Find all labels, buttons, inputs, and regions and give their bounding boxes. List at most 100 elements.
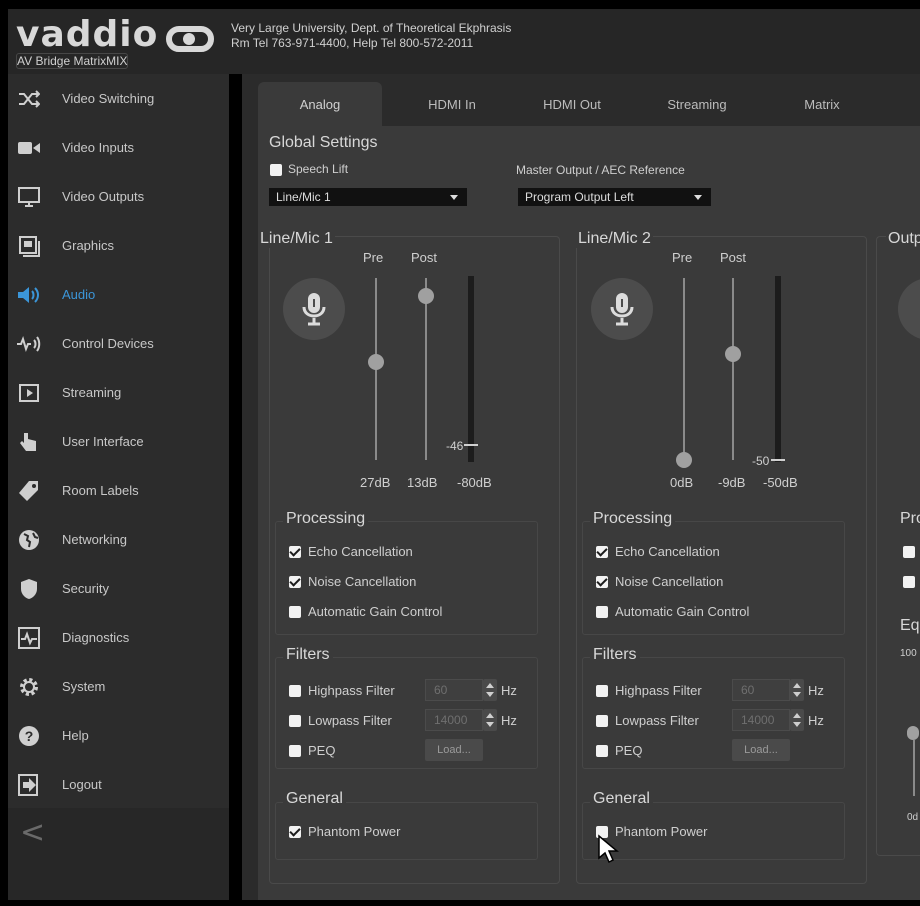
sidebar-item-label: Security — [62, 581, 109, 596]
camera-icon — [16, 135, 42, 161]
output-db-partial: 0d — [907, 812, 919, 823]
channel-title: Line/Mic 1 — [258, 230, 335, 248]
eq-slider-handle-partial[interactable] — [907, 726, 919, 740]
agc-checkbox[interactable] — [289, 606, 301, 618]
tag-icon — [16, 478, 42, 504]
pre-gain-slider-handle[interactable] — [676, 452, 692, 468]
highpass-label: Highpass Filter — [308, 683, 395, 698]
agc-label: Automatic Gain Control — [615, 604, 750, 619]
tab-analog[interactable]: Analog — [258, 82, 382, 126]
lowpass-frequency-input[interactable]: 14000 — [732, 709, 790, 731]
lowpass-checkbox[interactable] — [289, 715, 301, 727]
sidebar-collapse-button[interactable]: < — [20, 815, 45, 850]
video-switching-icon — [16, 86, 42, 112]
sidebar-item-label: Graphics — [62, 238, 115, 253]
lowpass-frequency-input[interactable]: 14000 — [425, 709, 483, 731]
general-title: General — [283, 790, 346, 808]
post-gain-value: -9dB — [718, 475, 746, 490]
pre-gain-slider-track[interactable] — [683, 278, 685, 460]
post-gain-slider-handle[interactable] — [725, 346, 741, 362]
sidebar-item-video-outputs[interactable]: Video Outputs — [8, 172, 229, 221]
sidebar-item-label: Logout — [62, 777, 102, 792]
echo-cancellation-label: Echo Cancellation — [308, 544, 413, 559]
channel-title: Line/Mic 2 — [576, 230, 653, 248]
highpass-frequency-input[interactable]: 60 — [732, 679, 790, 701]
highpass-stepper[interactable] — [483, 679, 497, 701]
sidebar-item-video-inputs[interactable]: Video Inputs — [8, 123, 229, 172]
sidebar-item-control-devices[interactable]: Control Devices — [8, 319, 229, 368]
sidebar-item-logout[interactable]: Logout — [8, 760, 229, 809]
master-output-select[interactable]: Program Output Left — [518, 188, 711, 206]
sidebar-item-label: Video Inputs — [62, 140, 135, 155]
analog-settings-panel: Global Settings Speech Lift Line/Mic 1 M… — [258, 126, 920, 900]
output-title-partial: Outp — [886, 230, 920, 248]
highpass-label: Highpass Filter — [615, 683, 702, 698]
monitor-icon — [16, 184, 42, 210]
room-info: Very Large University, Dept. of Theoreti… — [231, 21, 511, 51]
speech-lift-source-select[interactable]: Line/Mic 1 — [269, 188, 467, 206]
highpass-frequency-input[interactable]: 60 — [425, 679, 483, 701]
echo-cancellation-checkbox[interactable] — [289, 546, 301, 558]
noise-cancellation-label: Noise Cancellation — [615, 574, 724, 589]
sidebar-item-user-interface[interactable]: User Interface — [8, 417, 229, 466]
output-checkbox-partial[interactable] — [903, 576, 915, 588]
post-gain-value: 13dB — [407, 475, 438, 490]
microphone-icon — [302, 293, 326, 326]
mic-mute-button[interactable] — [283, 278, 345, 340]
mouse-cursor-icon — [597, 834, 620, 869]
post-gain-slider-track[interactable] — [732, 278, 734, 460]
post-gain-slider-track[interactable] — [425, 278, 427, 460]
sidebar-item-system[interactable]: System — [8, 662, 229, 711]
sidebar-item-diagnostics[interactable]: Diagnostics — [8, 613, 229, 662]
agc-checkbox[interactable] — [596, 606, 608, 618]
peq-checkbox[interactable] — [289, 745, 301, 757]
lowpass-stepper[interactable] — [483, 709, 497, 731]
meter-value: -80dB — [457, 475, 492, 490]
sidebar-item-security[interactable]: Security — [8, 564, 229, 613]
echo-cancellation-checkbox[interactable] — [596, 546, 608, 558]
highpass-checkbox[interactable] — [596, 685, 608, 697]
output-checkbox-partial[interactable] — [903, 546, 915, 558]
peq-label: PEQ — [615, 743, 643, 758]
meter-value: -50dB — [763, 475, 798, 490]
tab-matrix[interactable]: Matrix — [772, 82, 872, 126]
eq-slider-track-partial[interactable] — [913, 740, 915, 796]
globe-icon — [16, 527, 42, 553]
sidebar-item-help[interactable]: ? Help — [8, 711, 229, 760]
tab-streaming[interactable]: Streaming — [642, 82, 752, 126]
pre-label: Pre — [363, 250, 384, 265]
hz-unit: Hz — [808, 713, 824, 728]
lowpass-label: Lowpass Filter — [308, 713, 392, 728]
output-eq-partial: Eq — [900, 617, 920, 634]
shield-icon — [16, 576, 42, 602]
sidebar-item-networking[interactable]: Networking — [8, 515, 229, 564]
lowpass-stepper[interactable] — [790, 709, 804, 731]
pulse-icon — [16, 625, 42, 651]
sidebar-item-video-switching[interactable]: Video Switching — [8, 74, 229, 123]
speech-lift-checkbox[interactable] — [270, 164, 282, 176]
sidebar-item-label: Control Devices — [62, 336, 154, 351]
noise-cancellation-checkbox[interactable] — [289, 576, 301, 588]
speech-lift-source-value: Line/Mic 1 — [276, 190, 331, 204]
highpass-checkbox[interactable] — [289, 685, 301, 697]
peq-load-button[interactable]: Load... — [425, 739, 483, 761]
tab-hdmi-in[interactable]: HDMI In — [402, 82, 502, 126]
lowpass-checkbox[interactable] — [596, 715, 608, 727]
sidebar-item-streaming[interactable]: Streaming — [8, 368, 229, 417]
phantom-power-label: Phantom Power — [615, 824, 708, 839]
sidebar-item-graphics[interactable]: Graphics — [8, 221, 229, 270]
sidebar-item-room-labels[interactable]: Room Labels — [8, 466, 229, 515]
pre-gain-slider-handle[interactable] — [368, 354, 384, 370]
highpass-stepper[interactable] — [790, 679, 804, 701]
phantom-power-checkbox[interactable] — [289, 826, 301, 838]
peq-checkbox[interactable] — [596, 745, 608, 757]
post-gain-slider-handle[interactable] — [418, 288, 434, 304]
level-marker — [771, 459, 785, 461]
agc-label: Automatic Gain Control — [308, 604, 443, 619]
sidebar-item-audio[interactable]: Audio — [8, 270, 229, 319]
tab-hdmi-out[interactable]: HDMI Out — [522, 82, 622, 126]
noise-cancellation-label: Noise Cancellation — [308, 574, 417, 589]
mic-mute-button[interactable] — [591, 278, 653, 340]
peq-load-button[interactable]: Load... — [732, 739, 790, 761]
noise-cancellation-checkbox[interactable] — [596, 576, 608, 588]
